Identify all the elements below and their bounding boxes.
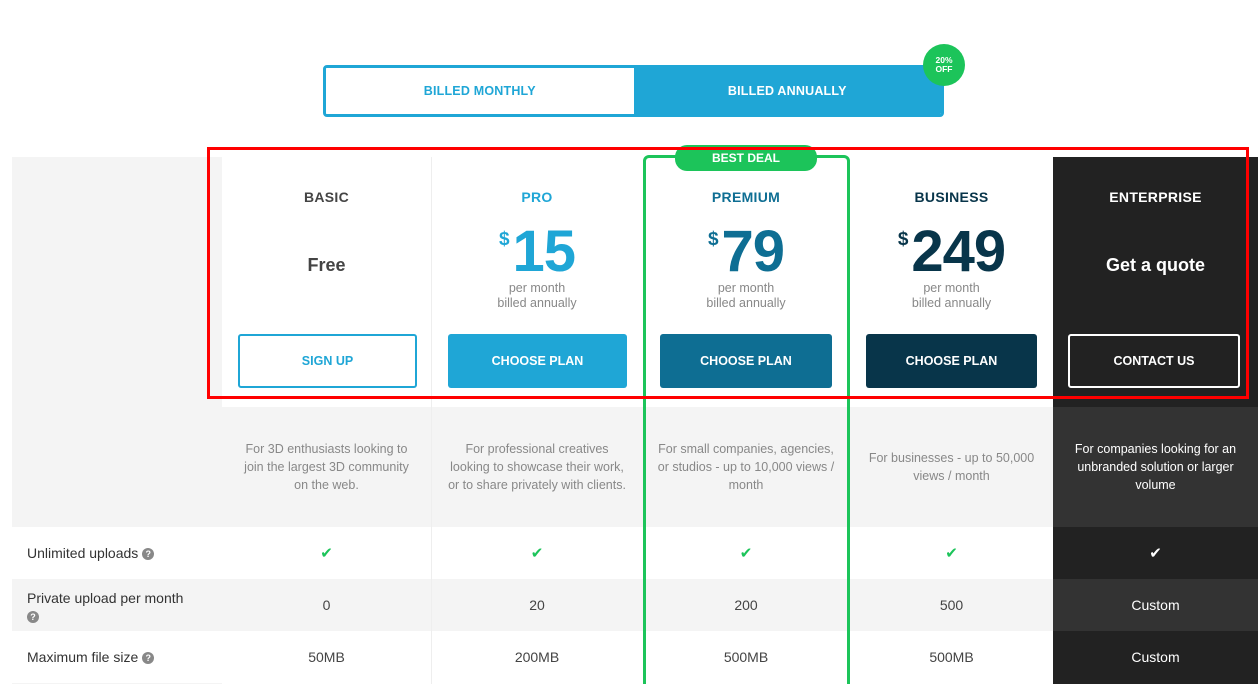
plan-column-pro: PRO $ 15 per month billed annually CHOOS… — [432, 157, 642, 684]
plan-description: For businesses - up to 50,000 views / mo… — [850, 407, 1053, 527]
plan-price: Get a quote — [1105, 255, 1205, 275]
feature-label: Private upload per month — [27, 590, 184, 606]
feature-cell: 200 — [642, 579, 850, 631]
plan-header: BASIC Free SIGN UP — [222, 157, 431, 407]
feature-cell: 50MB — [222, 631, 431, 683]
sign-up-button[interactable]: SIGN UP — [238, 334, 417, 388]
check-icon: ✔ — [739, 545, 753, 562]
plan-column-basic: BASIC Free SIGN UP For 3D enthusiasts lo… — [222, 157, 432, 684]
currency-symbol: $ — [498, 229, 510, 250]
feature-row-label: Private upload per month ? — [12, 579, 222, 631]
choose-plan-button[interactable]: CHOOSE PLAN — [866, 334, 1037, 388]
plan-description: For professional creatives looking to sh… — [432, 407, 642, 527]
plan-name: BASIC — [303, 189, 350, 205]
feature-cell: 200MB — [432, 631, 642, 683]
plan-name: PRO — [521, 189, 553, 205]
plan-header: PRO $ 15 per month billed annually CHOOS… — [432, 157, 642, 407]
plan-price: $ 249 — [850, 219, 1053, 284]
plan-name: ENTERPRISE — [1109, 189, 1202, 205]
feature-cell: ✔ — [850, 527, 1053, 579]
plan-price: Free — [307, 255, 346, 275]
feature-cell: 500 — [850, 579, 1053, 631]
billing-period-line: billed annually — [497, 296, 577, 310]
plan-column-business: BUSINESS $ 249 per month billed annually… — [850, 157, 1053, 684]
billing-period-line: billed annually — [706, 296, 786, 310]
billing-period-line: per month — [717, 281, 775, 295]
check-icon: ✔ — [945, 545, 958, 562]
feature-cell: ✔ — [1053, 527, 1258, 579]
question-circle-icon[interactable]: ? — [142, 652, 155, 665]
price-amount: 249 — [911, 219, 1006, 284]
billing-period-line: per month — [508, 281, 566, 295]
check-icon: ✔ — [1149, 545, 1162, 562]
currency-symbol: $ — [897, 229, 909, 250]
feature-cell: ✔ — [222, 527, 431, 579]
plan-description: For companies looking for an unbranded s… — [1053, 407, 1258, 527]
billing-period: per month billed annually — [432, 281, 642, 311]
plan-header: PREMIUM $ 79 per month billed annually C… — [642, 157, 850, 407]
plan-price: $ 79 — [642, 219, 850, 284]
billed-monthly-option[interactable]: BILLED MONTHLY — [326, 68, 634, 114]
feature-cell: 500MB — [642, 631, 850, 683]
feature-label: Maximum file size — [27, 649, 139, 665]
plan-description: For 3D enthusiasts looking to join the l… — [222, 407, 431, 527]
price-amount: 79 — [721, 219, 786, 284]
discount-badge: 20% OFF — [925, 46, 963, 84]
plan-header: ENTERPRISE Get a quote CONTACT US — [1053, 157, 1258, 407]
feature-cell: ✔ — [642, 527, 850, 579]
feature-row-label: Maximum file size? — [12, 631, 222, 683]
billed-annually-option[interactable]: BILLED ANNUALLY — [633, 68, 941, 114]
feature-row-label: Unlimited uploads? — [12, 527, 222, 579]
feature-cell: Custom — [1053, 631, 1258, 683]
feature-cell: ✔ — [432, 527, 642, 579]
feature-label: Unlimited uploads — [27, 545, 139, 561]
plan-name: PREMIUM — [711, 189, 781, 205]
discount-off: OFF — [935, 64, 953, 74]
feature-label-column: Unlimited uploads? Private upload per mo… — [12, 157, 222, 684]
feature-cell: 0 — [222, 579, 431, 631]
billing-toggle: BILLED MONTHLY BILLED ANNUALLY — [323, 65, 944, 117]
check-icon: ✔ — [320, 545, 333, 562]
choose-plan-button[interactable]: CHOOSE PLAN — [448, 334, 627, 388]
plan-column-premium: PREMIUM $ 79 per month billed annually C… — [642, 157, 850, 684]
price-amount: 15 — [512, 219, 577, 284]
plan-column-enterprise: ENTERPRISE Get a quote CONTACT US For co… — [1053, 157, 1258, 684]
feature-cell: 500MB — [850, 631, 1053, 683]
billing-period: per month billed annually — [850, 281, 1053, 311]
plan-description: For small companies, agencies, or studio… — [642, 407, 850, 527]
billing-period: per month billed annually — [642, 281, 850, 311]
currency-symbol: $ — [707, 229, 719, 250]
plan-name: BUSINESS — [914, 189, 989, 205]
check-icon: ✔ — [530, 545, 544, 562]
feature-cell: 20 — [432, 579, 642, 631]
plan-price: $ 15 — [432, 219, 642, 284]
pricing-table: Unlimited uploads? Private upload per mo… — [12, 157, 1258, 684]
question-circle-icon[interactable]: ? — [142, 548, 155, 561]
contact-us-button[interactable]: CONTACT US — [1068, 334, 1240, 388]
billing-period-line: per month — [923, 281, 980, 295]
choose-plan-button[interactable]: CHOOSE PLAN — [660, 334, 832, 388]
question-circle-icon[interactable]: ? — [27, 611, 39, 624]
billing-period-line: billed annually — [911, 296, 992, 310]
plan-header: BUSINESS $ 249 per month billed annually… — [850, 157, 1053, 407]
feature-cell: Custom — [1053, 579, 1258, 631]
best-deal-badge: BEST DEAL — [675, 145, 817, 171]
